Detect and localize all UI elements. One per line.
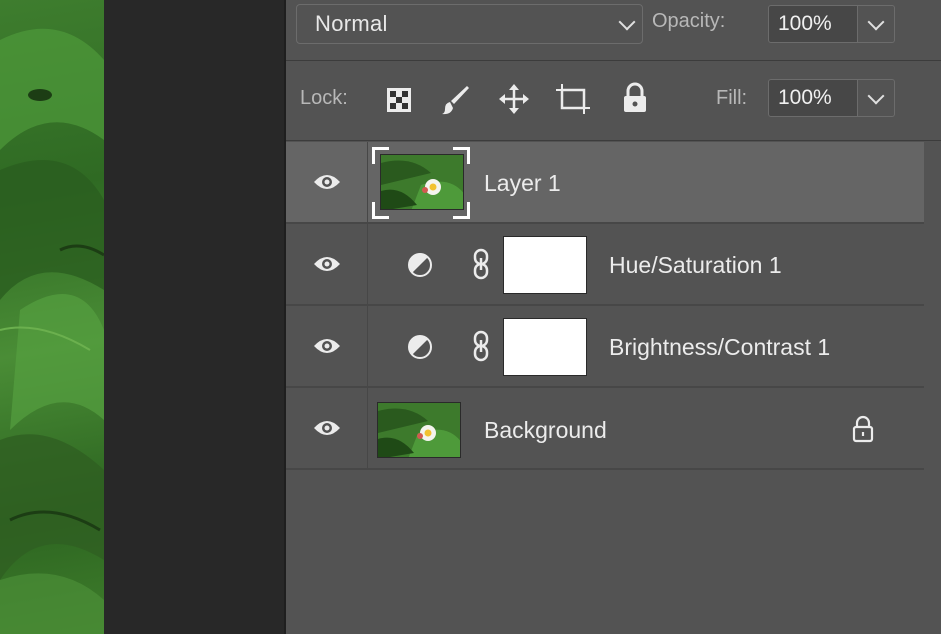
layers-panel: Normal Opacity: 100% Lock: Fill: 100% La… [286, 0, 941, 634]
layer-name[interactable]: Brightness/Contrast 1 [609, 334, 830, 361]
fill-field[interactable]: 100% [768, 79, 858, 117]
chevron-down-icon [618, 13, 636, 31]
visibility-toggle[interactable] [286, 224, 368, 304]
layer-name[interactable]: Layer 1 [484, 170, 561, 197]
layer-mask-thumbnail[interactable] [503, 236, 587, 294]
eye-icon[interactable] [312, 416, 342, 440]
pasteboard [104, 0, 284, 634]
lock-position-icon[interactable] [499, 84, 529, 119]
opacity-label: Opacity: [652, 10, 726, 32]
adjustment-layer-icon [408, 253, 432, 277]
lock-artboard-icon[interactable] [556, 84, 590, 119]
layer-mask-thumbnail[interactable] [503, 318, 587, 376]
layer-thumbnail [377, 402, 461, 458]
selection-bracket [453, 147, 470, 164]
layer-lock-icon[interactable] [852, 415, 874, 443]
chevron-down-icon [867, 13, 885, 31]
lock-label: Lock: [300, 87, 348, 109]
fill-label: Fill: [716, 87, 748, 109]
selection-bracket [372, 147, 389, 164]
layer-row[interactable]: Background [286, 388, 924, 470]
header-divider [286, 140, 941, 141]
layer-thumbnail [380, 154, 464, 210]
selection-bracket [372, 202, 389, 219]
layer-name[interactable]: Hue/Saturation 1 [609, 252, 782, 279]
blend-mode-value: Normal [315, 11, 388, 36]
layer-name[interactable]: Background [484, 417, 607, 444]
opacity-dropdown-button[interactable] [858, 5, 895, 43]
link-icon[interactable] [472, 248, 490, 280]
chevron-down-icon [867, 87, 885, 105]
canvas-image [0, 0, 104, 634]
visibility-toggle[interactable] [286, 142, 368, 222]
lock-all-icon[interactable] [622, 82, 648, 119]
blend-mode-select[interactable]: Normal [296, 4, 643, 44]
opacity-field[interactable]: 100% [768, 5, 858, 43]
layer-row[interactable]: Layer 1 [286, 142, 924, 224]
visibility-toggle[interactable] [286, 388, 368, 468]
layer-row[interactable]: Brightness/Contrast 1 [286, 306, 924, 388]
fill-dropdown-button[interactable] [858, 79, 895, 117]
link-icon[interactable] [472, 330, 490, 362]
layer-row[interactable]: Hue/Saturation 1 [286, 224, 924, 306]
eye-icon[interactable] [312, 252, 342, 276]
eye-icon[interactable] [312, 334, 342, 358]
adjustment-layer-icon [408, 335, 432, 359]
lock-transparent-pixels-icon[interactable] [386, 87, 412, 118]
visibility-toggle[interactable] [286, 306, 368, 386]
lock-image-pixels-icon[interactable] [442, 84, 470, 121]
eye-icon[interactable] [312, 170, 342, 194]
selection-bracket [453, 202, 470, 219]
header-divider [286, 60, 941, 61]
